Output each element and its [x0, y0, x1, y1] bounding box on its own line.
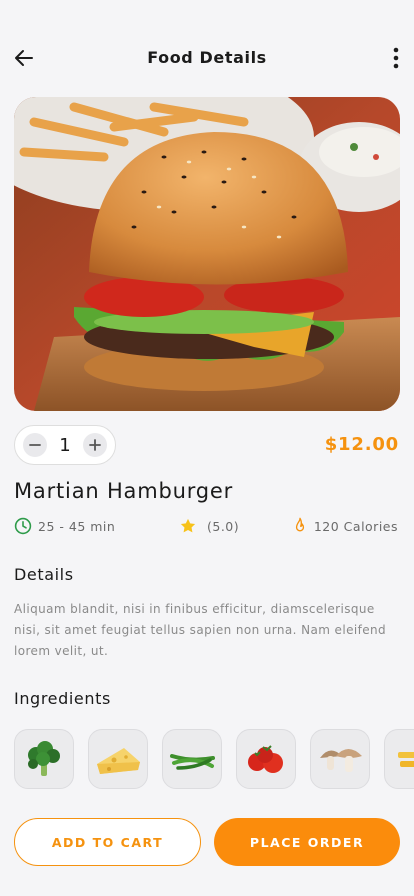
tomato-icon — [248, 745, 283, 773]
quantity-value: 1 — [59, 434, 71, 456]
ingredient-broccoli[interactable] — [14, 729, 74, 789]
increase-quantity-button[interactable] — [82, 433, 107, 457]
ingredient-mushrooms[interactable] — [310, 729, 370, 789]
minus-icon — [29, 444, 41, 446]
flame-icon — [295, 517, 304, 532]
food-price: $12.00 — [324, 434, 399, 455]
more-vertical-icon — [393, 47, 399, 69]
app-header: Food Details — [0, 36, 414, 80]
ingredient-tomatoes[interactable] — [236, 729, 296, 789]
plus-icon — [89, 439, 101, 451]
rating-text: (5.0) — [207, 518, 240, 534]
details-heading: Details — [14, 565, 74, 584]
more-options-button[interactable] — [384, 42, 408, 74]
place-order-button[interactable]: PLACE ORDER — [214, 818, 400, 866]
ingredients-list — [14, 729, 414, 789]
ingredient-cheese[interactable] — [88, 729, 148, 789]
page-title: Food Details — [147, 48, 267, 67]
food-name: Martian Hamburger — [14, 479, 234, 503]
burger-photo — [14, 97, 400, 411]
food-image — [14, 97, 400, 411]
rating: (5.0) — [179, 516, 239, 536]
pasta-icon — [398, 752, 414, 767]
calories: 120 Calories — [292, 516, 398, 536]
prep-time-text: 25 - 45 min — [38, 518, 116, 534]
ingredients-heading: Ingredients — [14, 689, 111, 708]
clock-icon — [14, 517, 32, 535]
mushroom-icon — [320, 749, 362, 772]
decrease-quantity-button[interactable] — [23, 433, 47, 457]
ingredient-pasta[interactable] — [384, 729, 414, 789]
star-icon — [180, 518, 196, 533]
quantity-stepper: 1 — [14, 425, 116, 465]
green-beans-icon — [170, 754, 215, 770]
cheese-icon — [97, 748, 140, 774]
prep-time: 25 - 45 min — [14, 516, 115, 536]
calories-text: 120 Calories — [313, 518, 398, 534]
add-to-cart-button[interactable]: ADD TO CART — [14, 818, 201, 866]
ingredient-green-beans[interactable] — [162, 729, 222, 789]
details-text: Aliquam blandit, nisi in finibus efficit… — [14, 602, 387, 658]
broccoli-icon — [28, 741, 60, 776]
